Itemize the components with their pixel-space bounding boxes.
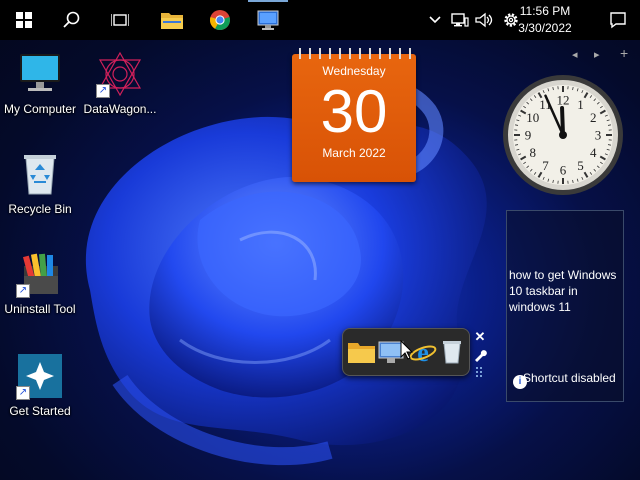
desktop-icon-uninstall-tool[interactable]: ↗ Uninstall Tool (0, 250, 80, 316)
file-explorer-icon (161, 13, 183, 29)
clock-numeral: 12 (557, 93, 570, 108)
shortcut-arrow-icon: ↗ (16, 284, 30, 298)
recycle-bin-icon (24, 155, 56, 195)
volume-icon (475, 12, 493, 28)
chevron-up-icon (429, 16, 441, 24)
drag-handle-icon (476, 367, 482, 377)
calendar-page: Wednesday 30 March 2022 (292, 54, 416, 182)
chrome-icon (210, 10, 230, 31)
clock-numeral: 2 (590, 110, 597, 125)
shortcut-disabled-notice: i Shortcut disabled (513, 371, 619, 389)
tray-time: 11:56 PM (519, 4, 571, 18)
desktop-icon-label: DataWagon... (83, 102, 157, 116)
show-hidden-icons-button[interactable] (426, 0, 444, 40)
mouse-cursor-icon (400, 340, 414, 360)
desktop-icon-label: My Computer (3, 102, 77, 116)
slideshow-gadget[interactable]: how to get Windows 10 taskbar in windows… (506, 210, 624, 402)
shortcut-disabled-text: Shortcut disabled (523, 371, 616, 385)
info-icon: i (513, 375, 527, 389)
recycle-bin-icon[interactable] (439, 339, 465, 365)
windows-start-icon (16, 12, 32, 28)
volume-button[interactable] (474, 0, 494, 40)
gadget-prev-button[interactable]: ◂ (572, 48, 578, 61)
clock-numeral: 10 (526, 110, 539, 125)
desktop-icon-label: Get Started (9, 404, 71, 418)
clock-numeral: 5 (577, 158, 584, 173)
clock-numeral: 9 (525, 128, 532, 143)
taskbar-file-explorer[interactable] (152, 0, 192, 40)
tray-date: 3/30/2022 (518, 21, 572, 35)
calendar-month-year: March 2022 (322, 146, 386, 160)
task-view-icon (111, 14, 129, 26)
feed-headline[interactable]: how to get Windows 10 taskbar in windows… (509, 267, 621, 315)
clock-numeral: 8 (529, 145, 536, 160)
folder-icon[interactable] (347, 339, 377, 365)
clock-numeral: 3 (595, 128, 602, 143)
shortcut-arrow-icon: ↗ (16, 386, 30, 400)
launcher-side-controls: ✕ (470, 328, 490, 388)
desktop-icon-my-computer[interactable]: My Computer (0, 50, 80, 116)
calendar-gadget[interactable]: Wednesday 30 March 2022 (292, 46, 416, 182)
clock-numeral: 7 (542, 158, 549, 173)
clock-numeral: 6 (560, 163, 567, 178)
notifications-icon (610, 12, 626, 29)
clock-numeral: 4 (590, 145, 597, 160)
network-button[interactable] (450, 0, 470, 40)
launcher-drag-handle[interactable] (470, 364, 490, 382)
launcher-close-button[interactable]: ✕ (470, 328, 490, 346)
clock-numeral: 1 (577, 97, 584, 112)
taskbar: 11:56 PM 3/30/2022 (0, 0, 640, 40)
task-view-button[interactable] (100, 0, 140, 40)
notifications-button[interactable] (598, 0, 638, 40)
calendar-spiral-binding (299, 48, 411, 59)
clock-gadget[interactable]: 12 1234567891011 (502, 74, 624, 196)
taskbar-chrome[interactable] (200, 0, 240, 40)
desktop-icon-get-started[interactable]: ↗ Get Started (0, 352, 80, 418)
search-button[interactable] (52, 0, 92, 40)
clock-readout[interactable]: 11:56 PM 3/30/2022 (508, 3, 582, 37)
wrench-icon (475, 350, 487, 362)
shortcut-arrow-icon: ↗ (96, 84, 110, 98)
start-button[interactable] (4, 0, 44, 40)
calendar-day: 30 (320, 78, 388, 145)
calendar-weekday: Wednesday (322, 64, 386, 78)
gadget-next-button[interactable]: ▸ (594, 48, 600, 61)
taskbar-app-monitor[interactable] (248, 0, 288, 40)
desktop-icon-datawagon[interactable]: ↗ DataWagon... (80, 50, 160, 116)
desktop-icon-recycle-bin[interactable]: Recycle Bin (0, 150, 80, 216)
launcher-options-button[interactable] (470, 346, 490, 364)
desktop-icon-label: Recycle Bin (8, 202, 72, 216)
search-icon (63, 11, 80, 28)
gadget-add-button[interactable]: + (620, 45, 628, 61)
active-app-indicator (248, 0, 288, 2)
network-icon (451, 13, 469, 27)
app-monitor-icon (257, 10, 279, 30)
desktop-icon-label: Uninstall Tool (4, 302, 76, 316)
monitor-icon (20, 54, 60, 91)
svg-text:e: e (417, 339, 429, 365)
